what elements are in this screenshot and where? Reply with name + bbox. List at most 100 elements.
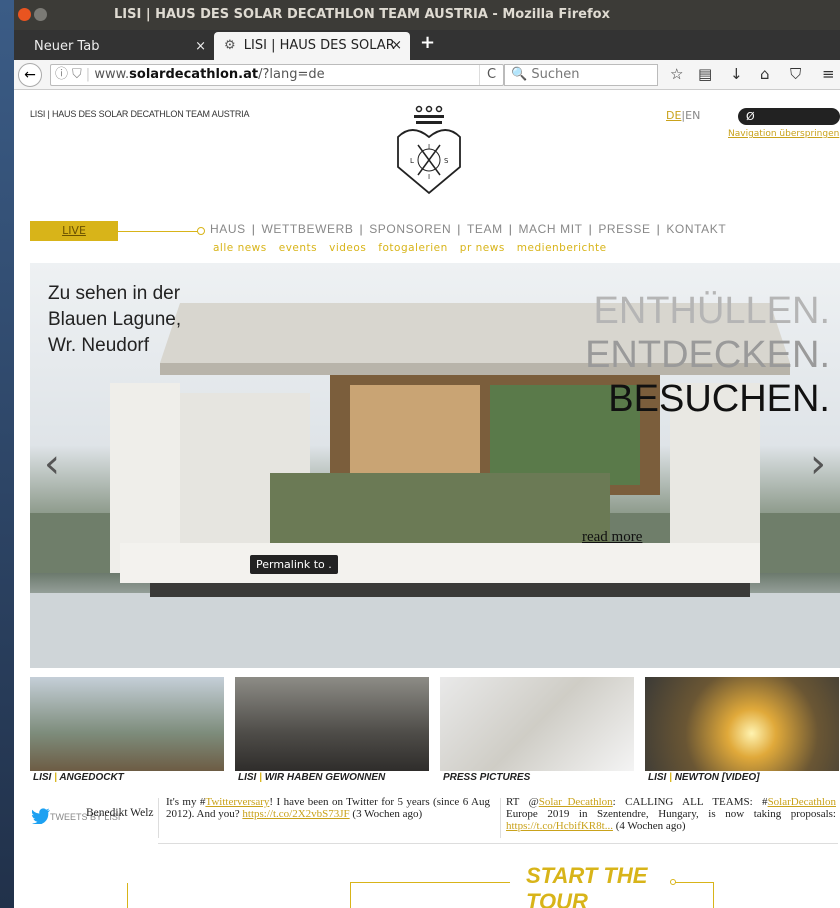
caption-label: NEWTON [VIDEO]	[674, 772, 760, 783]
nav-separator: |	[251, 222, 256, 236]
subnav-item[interactable]: pr news	[460, 242, 505, 254]
nav-item-presse[interactable]: PRESSE	[598, 222, 650, 236]
lisi-logo[interactable]: L I S I	[382, 105, 478, 205]
tweet-item: It's my #Twitterversary! I have been on …	[166, 796, 490, 820]
nav-item-mach-mit[interactable]: MACH MIT	[518, 222, 582, 236]
tour-line: TOUR	[526, 889, 588, 908]
sub-navigation: alle news events videos fotogalerien pr news…	[213, 242, 619, 254]
nav-item-sponsoren[interactable]: SPONSOREN	[369, 222, 451, 236]
permalink-tooltip: Permalink to .	[250, 555, 338, 574]
tab-label: Neuer Tab	[34, 39, 100, 54]
nav-item-team[interactable]: TEAM	[467, 222, 503, 236]
site-search-icon: Ø	[746, 110, 755, 123]
author-name: Benedikt Welz	[86, 807, 154, 819]
shield-icon: ⛉	[72, 67, 82, 82]
tab-bar: Neuer Tab × ⚙ LISI | HAUS DES SOLAR × +	[14, 30, 840, 60]
desktop-edge	[0, 0, 14, 908]
thumb-newton-video[interactable]: LISI | NEWTON [VIDEO]	[645, 677, 839, 785]
close-tab-icon[interactable]: ×	[391, 32, 402, 60]
subnav-item[interactable]: events	[279, 242, 317, 254]
caption-prefix: LISI	[238, 772, 257, 783]
tweets-divider	[500, 798, 501, 838]
nav-connector-line	[118, 231, 198, 232]
nav-item-haus[interactable]: HAUS	[210, 222, 246, 236]
caption-line: Wr. Neudorf	[48, 335, 150, 356]
nav-separator: |	[656, 222, 661, 236]
tweets-divider	[158, 798, 159, 838]
subnav-item[interactable]: videos	[329, 242, 366, 254]
tab-label: LISI | HAUS DES SOLAR	[243, 38, 395, 53]
reading-list-icon[interactable]: ▤	[698, 65, 712, 83]
url-prefix: www.	[94, 67, 130, 82]
back-arrow-icon[interactable]: ←	[18, 63, 42, 87]
thumb-press-pictures[interactable]: PRESS PICTURES	[440, 677, 634, 785]
subnav-item[interactable]: fotogalerien	[378, 242, 448, 254]
tweet-time: (3 Wochen ago)	[349, 808, 423, 820]
pocket-icon[interactable]: ⛉	[790, 65, 801, 83]
hero-slider[interactable]: Zu sehen in der Blauen Lagune, Wr. Neudo…	[30, 263, 840, 668]
language-switcher: DE|EN	[666, 109, 700, 122]
start-tour-link[interactable]: START THE TOUR	[526, 863, 647, 908]
url-divider: |	[85, 67, 91, 82]
url-path: /?lang=de	[258, 67, 325, 82]
twitter-bird-icon[interactable]	[32, 808, 50, 824]
hero-headline: ENTHÜLLEN. ENTDECKEN. BESUCHEN.	[585, 289, 830, 421]
thumb-caption: PRESS PICTURES	[440, 771, 634, 785]
slider-prev-arrow-icon[interactable]: ‹	[44, 441, 60, 487]
nav-separator: |	[359, 222, 364, 236]
tweet-item: RT @Solar_Decathlon: CALLING ALL TEAMS: …	[506, 796, 836, 832]
news-thumbnails: LISI | ANGEDOCKT LISI | WIR HABEN GEWONN…	[30, 677, 840, 785]
thumb-caption: LISI | ANGEDOCKT	[30, 771, 224, 785]
tweet-text: RT @	[506, 796, 539, 808]
tweet-url-link[interactable]: https://t.co/HcbifKR8t...	[506, 820, 613, 832]
nav-separator: |	[457, 222, 461, 236]
nav-item-kontakt[interactable]: KONTAKT	[666, 222, 726, 236]
new-tab-button[interactable]: +	[420, 32, 435, 53]
minimize-window-icon[interactable]	[34, 8, 47, 21]
subnav-item[interactable]: alle news	[213, 242, 267, 254]
headline-line: ENTDECKEN.	[585, 334, 830, 376]
tab-new-tab[interactable]: Neuer Tab ×	[22, 34, 212, 60]
menu-icon[interactable]: ≡	[822, 65, 835, 83]
thumb-image	[30, 677, 224, 771]
caption-line: Blauen Lagune,	[48, 309, 182, 330]
thumb-angedockt[interactable]: LISI | ANGEDOCKT	[30, 677, 224, 785]
download-icon[interactable]: ↓	[730, 65, 743, 83]
caption-prefix: LISI	[648, 772, 667, 783]
tab-lisi[interactable]: ⚙ LISI | HAUS DES SOLAR ×	[214, 32, 410, 60]
skip-navigation-link[interactable]: Navigation überspringen	[728, 129, 839, 139]
read-more-link[interactable]: read more	[582, 529, 642, 546]
home-icon[interactable]: ⌂	[760, 65, 770, 83]
tour-connector-line	[127, 883, 128, 908]
info-icon[interactable]: ⓘ	[55, 67, 68, 82]
bookmark-star-icon[interactable]: ☆	[670, 65, 683, 83]
search-input[interactable]: 🔍 Suchen	[504, 64, 658, 86]
tweet-hashtag-link[interactable]: SolarDecathlon	[768, 796, 836, 808]
logo-letter: I	[428, 143, 430, 151]
lang-de-link[interactable]: DE	[666, 109, 681, 122]
caption-line: Zu sehen in der	[48, 283, 181, 304]
site-favicon-icon: ⚙	[224, 38, 236, 53]
thumb-image	[645, 677, 839, 771]
tweet-mention-link[interactable]: Solar_Decathlon	[539, 796, 613, 808]
tour-connector-dot	[670, 879, 676, 885]
logo-letter: L	[410, 157, 414, 165]
nav-item-wettbewerb[interactable]: WETTBEWERB	[261, 222, 353, 236]
slider-next-arrow-icon[interactable]: ›	[810, 441, 826, 487]
lang-en-link[interactable]: EN	[685, 109, 700, 122]
url-bar[interactable]: ⓘ ⛉ | www.solardecathlon.at/?lang=de C	[50, 64, 504, 86]
tweet-hashtag-link[interactable]: Twitterversary	[205, 796, 269, 808]
site-search-input[interactable]: Ø	[738, 108, 840, 125]
close-window-icon[interactable]	[18, 8, 31, 21]
navigation-toolbar: ← ⓘ ⛉ | www.solardecathlon.at/?lang=de C 🔍…	[14, 60, 840, 90]
caption-prefix: LISI	[33, 772, 52, 783]
tweet-url-link[interactable]: https://t.co/2X2vbS73JF	[242, 808, 349, 820]
live-button[interactable]: LIVE	[30, 221, 118, 241]
caption-sep: |	[666, 772, 675, 783]
thumb-gewonnen[interactable]: LISI | WIR HABEN GEWONNEN	[235, 677, 429, 785]
logo-letter: I	[428, 173, 430, 181]
nav-connector-dot	[197, 227, 205, 235]
reload-icon[interactable]: C	[479, 65, 503, 85]
close-tab-icon[interactable]: ×	[195, 34, 206, 60]
subnav-item[interactable]: medienberichte	[517, 242, 607, 254]
